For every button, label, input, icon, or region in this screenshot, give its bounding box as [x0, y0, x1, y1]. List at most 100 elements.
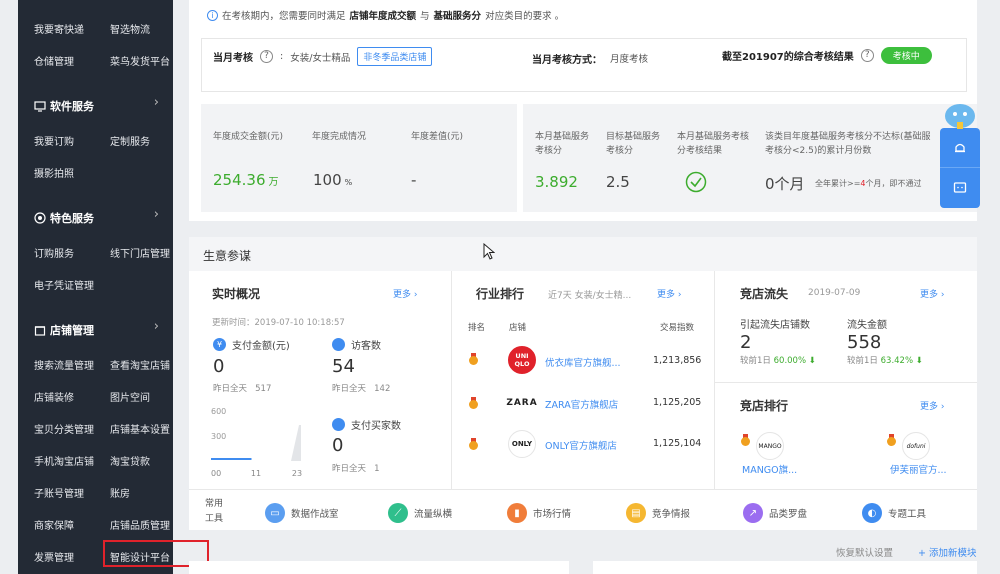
sidebar-item-image-space[interactable]: 图片空间	[110, 389, 150, 404]
tool-label: 专题工具	[888, 509, 927, 520]
tool-special[interactable]: ◐ 专题工具	[862, 503, 926, 523]
pay-yesterday: 昨日全天 517	[213, 382, 271, 394]
sidebar-heading-shop[interactable]: 店铺管理	[34, 322, 94, 338]
sidebar-item-guarantee[interactable]: 商家保障	[34, 517, 74, 532]
industry-more-link[interactable]: 更多 ›	[657, 287, 682, 300]
shop-name-link[interactable]: 优衣库官方旗舰...	[545, 355, 621, 369]
medal-icon	[469, 397, 478, 409]
pay-yesterday-label: 昨日全天	[213, 384, 248, 394]
comp-rank-more-link[interactable]: 更多 ›	[920, 399, 945, 412]
yuan-icon: ¥	[213, 338, 226, 351]
sidebar-item-search-traffic[interactable]: 搜索流量管理	[34, 357, 94, 372]
sidebar-item-express[interactable]: 我要寄快递	[34, 21, 84, 36]
trade-index-value: 1,213,856	[653, 355, 702, 366]
sidebar-heading-software[interactable]: 软件服务	[34, 98, 94, 114]
service-result-label-2: 分考核结果	[677, 146, 723, 156]
chevron-right-icon: ›	[677, 290, 682, 300]
buyer-icon	[332, 418, 345, 431]
churn-amount-compare-label: 较前1日	[847, 356, 878, 366]
sidebar-item-loan[interactable]: 淘宝贷款	[110, 453, 150, 468]
buyers-yesterday-value: 1	[374, 464, 380, 474]
mascot-icon	[945, 104, 975, 129]
sidebar-item-photography[interactable]: 摄影拍照	[34, 165, 74, 180]
sidebar-item-quality[interactable]: 店铺品质管理	[110, 517, 170, 532]
result-row: 截至201907的综合考核结果 ? 考核中	[722, 47, 932, 64]
tool-competition[interactable]: ▤ 竞争情报	[626, 503, 690, 523]
below-months-label-1: 该类目年度基础服务考核分不达标(基础服	[765, 132, 931, 142]
uniqlo-logo-text: UNI QLO	[514, 352, 530, 368]
chevron-right-icon: ›	[413, 290, 418, 300]
service-score-value: 3.892	[535, 173, 578, 191]
target-score-label-2: 考核分	[606, 146, 634, 156]
churn-date: 2019-07-09	[808, 288, 861, 298]
sidebar-item-offline-store[interactable]: 线下门店管理	[110, 245, 170, 260]
sidebar-heading-special-label: 特色服务	[50, 212, 94, 225]
trend-icon: ⟋	[388, 503, 408, 523]
sidebar-item-warehouse[interactable]: 仓储管理	[34, 53, 74, 68]
sidebar-item-category-mgmt[interactable]: 宝贝分类管理	[34, 421, 94, 436]
shop-name-link[interactable]: ONLY官方旗舰店	[545, 438, 617, 452]
sidebar-item-shop-settings[interactable]: 店铺基本设置	[110, 421, 170, 436]
tool-category[interactable]: ↗ 品类罗盘	[743, 503, 807, 523]
below-note-suffix: 个月，即不通过	[865, 179, 922, 188]
month-category: 女装/女士精品	[290, 52, 351, 64]
sidebar-item-invoice[interactable]: 发票管理	[34, 549, 74, 564]
chat-button[interactable]	[940, 168, 980, 208]
sidebar-item-decoration[interactable]: 店铺装修	[34, 389, 74, 404]
sidebar-item-view-store[interactable]: 查看淘宝店铺	[110, 357, 170, 372]
zara-logo-text: ZARA	[506, 398, 538, 408]
churn-amount-pct: 63.42%	[880, 356, 914, 366]
tool-traffic[interactable]: ⟋ 流量纵横	[388, 503, 452, 523]
buyers-label: 支付买家数	[351, 421, 401, 432]
monitor-icon	[34, 101, 46, 112]
tool-market[interactable]: ▮ 市场行情	[507, 503, 571, 523]
column-header-rank: 排名	[468, 323, 486, 333]
next-panel-right	[593, 561, 977, 574]
shop-name-link[interactable]: ZARA官方旗舰店	[545, 397, 618, 411]
help-icon[interactable]: ?	[860, 49, 874, 62]
visitors-label-row: 访客数	[332, 337, 381, 352]
chevron-right-icon: ›	[153, 95, 159, 110]
target-score-label-1: 目标基础服务	[606, 132, 661, 142]
result-label: 截至201907的综合考核结果	[722, 52, 854, 63]
sidebar-item-my-orders[interactable]: 我要订购	[34, 133, 74, 148]
monitor-icon: ▭	[265, 503, 285, 523]
sidebar-item-cainiao[interactable]: 菜鸟发货平台	[110, 53, 170, 68]
churn-shops-compare: 较前1日 60.00% ⬇	[740, 354, 816, 366]
add-module-link[interactable]: + 添加新模块	[918, 545, 976, 559]
help-icon[interactable]: ?	[260, 50, 273, 63]
service-result-label-1: 本月基础服务考核	[677, 132, 750, 142]
visitors-yesterday-value: 142	[374, 384, 391, 394]
sidebar-item-smart-logistics[interactable]: 智选物流	[110, 21, 150, 36]
tools-label-1: 常用	[205, 499, 224, 509]
tool-label: 竞争情报	[652, 509, 691, 520]
realtime-more-link[interactable]: 更多 ›	[393, 287, 418, 300]
tool-label: 市场行情	[533, 509, 572, 520]
sidebar-item-mobile-store[interactable]: 手机淘宝店铺	[34, 453, 94, 468]
realtime-trend-chart: 600 300 00 11 23	[211, 407, 302, 478]
churn-more-label: 更多	[920, 290, 939, 300]
comp-shop-name-link[interactable]: 伊芙丽官方...	[890, 462, 947, 476]
below-months-note: 全年累计>=4个月，即不通过	[815, 178, 922, 189]
gap-label: 年度差值(元)	[411, 132, 464, 142]
sidebar-item-subscription[interactable]: 订购服务	[34, 245, 74, 260]
tool-data-war-room[interactable]: ▭ 数据作战室	[265, 503, 339, 523]
bar-chart-icon: ▮	[507, 503, 527, 523]
industry-title: 行业排行	[476, 287, 525, 301]
sidebar-item-sub-account[interactable]: 子账号管理	[34, 485, 84, 500]
below-note-prefix: 全年累计>=	[815, 179, 861, 188]
pay-amount-label-row: ¥ 支付金额(元)	[213, 337, 290, 352]
restore-default-link[interactable]: 恢复默认设置	[836, 545, 893, 559]
medal-icon	[469, 353, 478, 365]
churn-more-link[interactable]: 更多 ›	[920, 287, 945, 300]
circle-icon: ◐	[862, 503, 882, 523]
category-tag: 非冬季品类店铺	[357, 47, 433, 66]
bell-button[interactable]	[940, 128, 980, 168]
yesterday-area	[211, 425, 301, 461]
comp-shop-name-link[interactable]: MANGO旗...	[742, 462, 797, 476]
sidebar-item-custom-service[interactable]: 定制服务	[110, 133, 150, 148]
sidebar-heading-special[interactable]: 特色服务	[34, 210, 94, 226]
sidebar-item-accounts[interactable]: 账房	[110, 485, 130, 500]
method-label: 当月考核方式：	[532, 55, 602, 66]
sidebar-item-e-voucher[interactable]: 电子凭证管理	[34, 277, 94, 292]
